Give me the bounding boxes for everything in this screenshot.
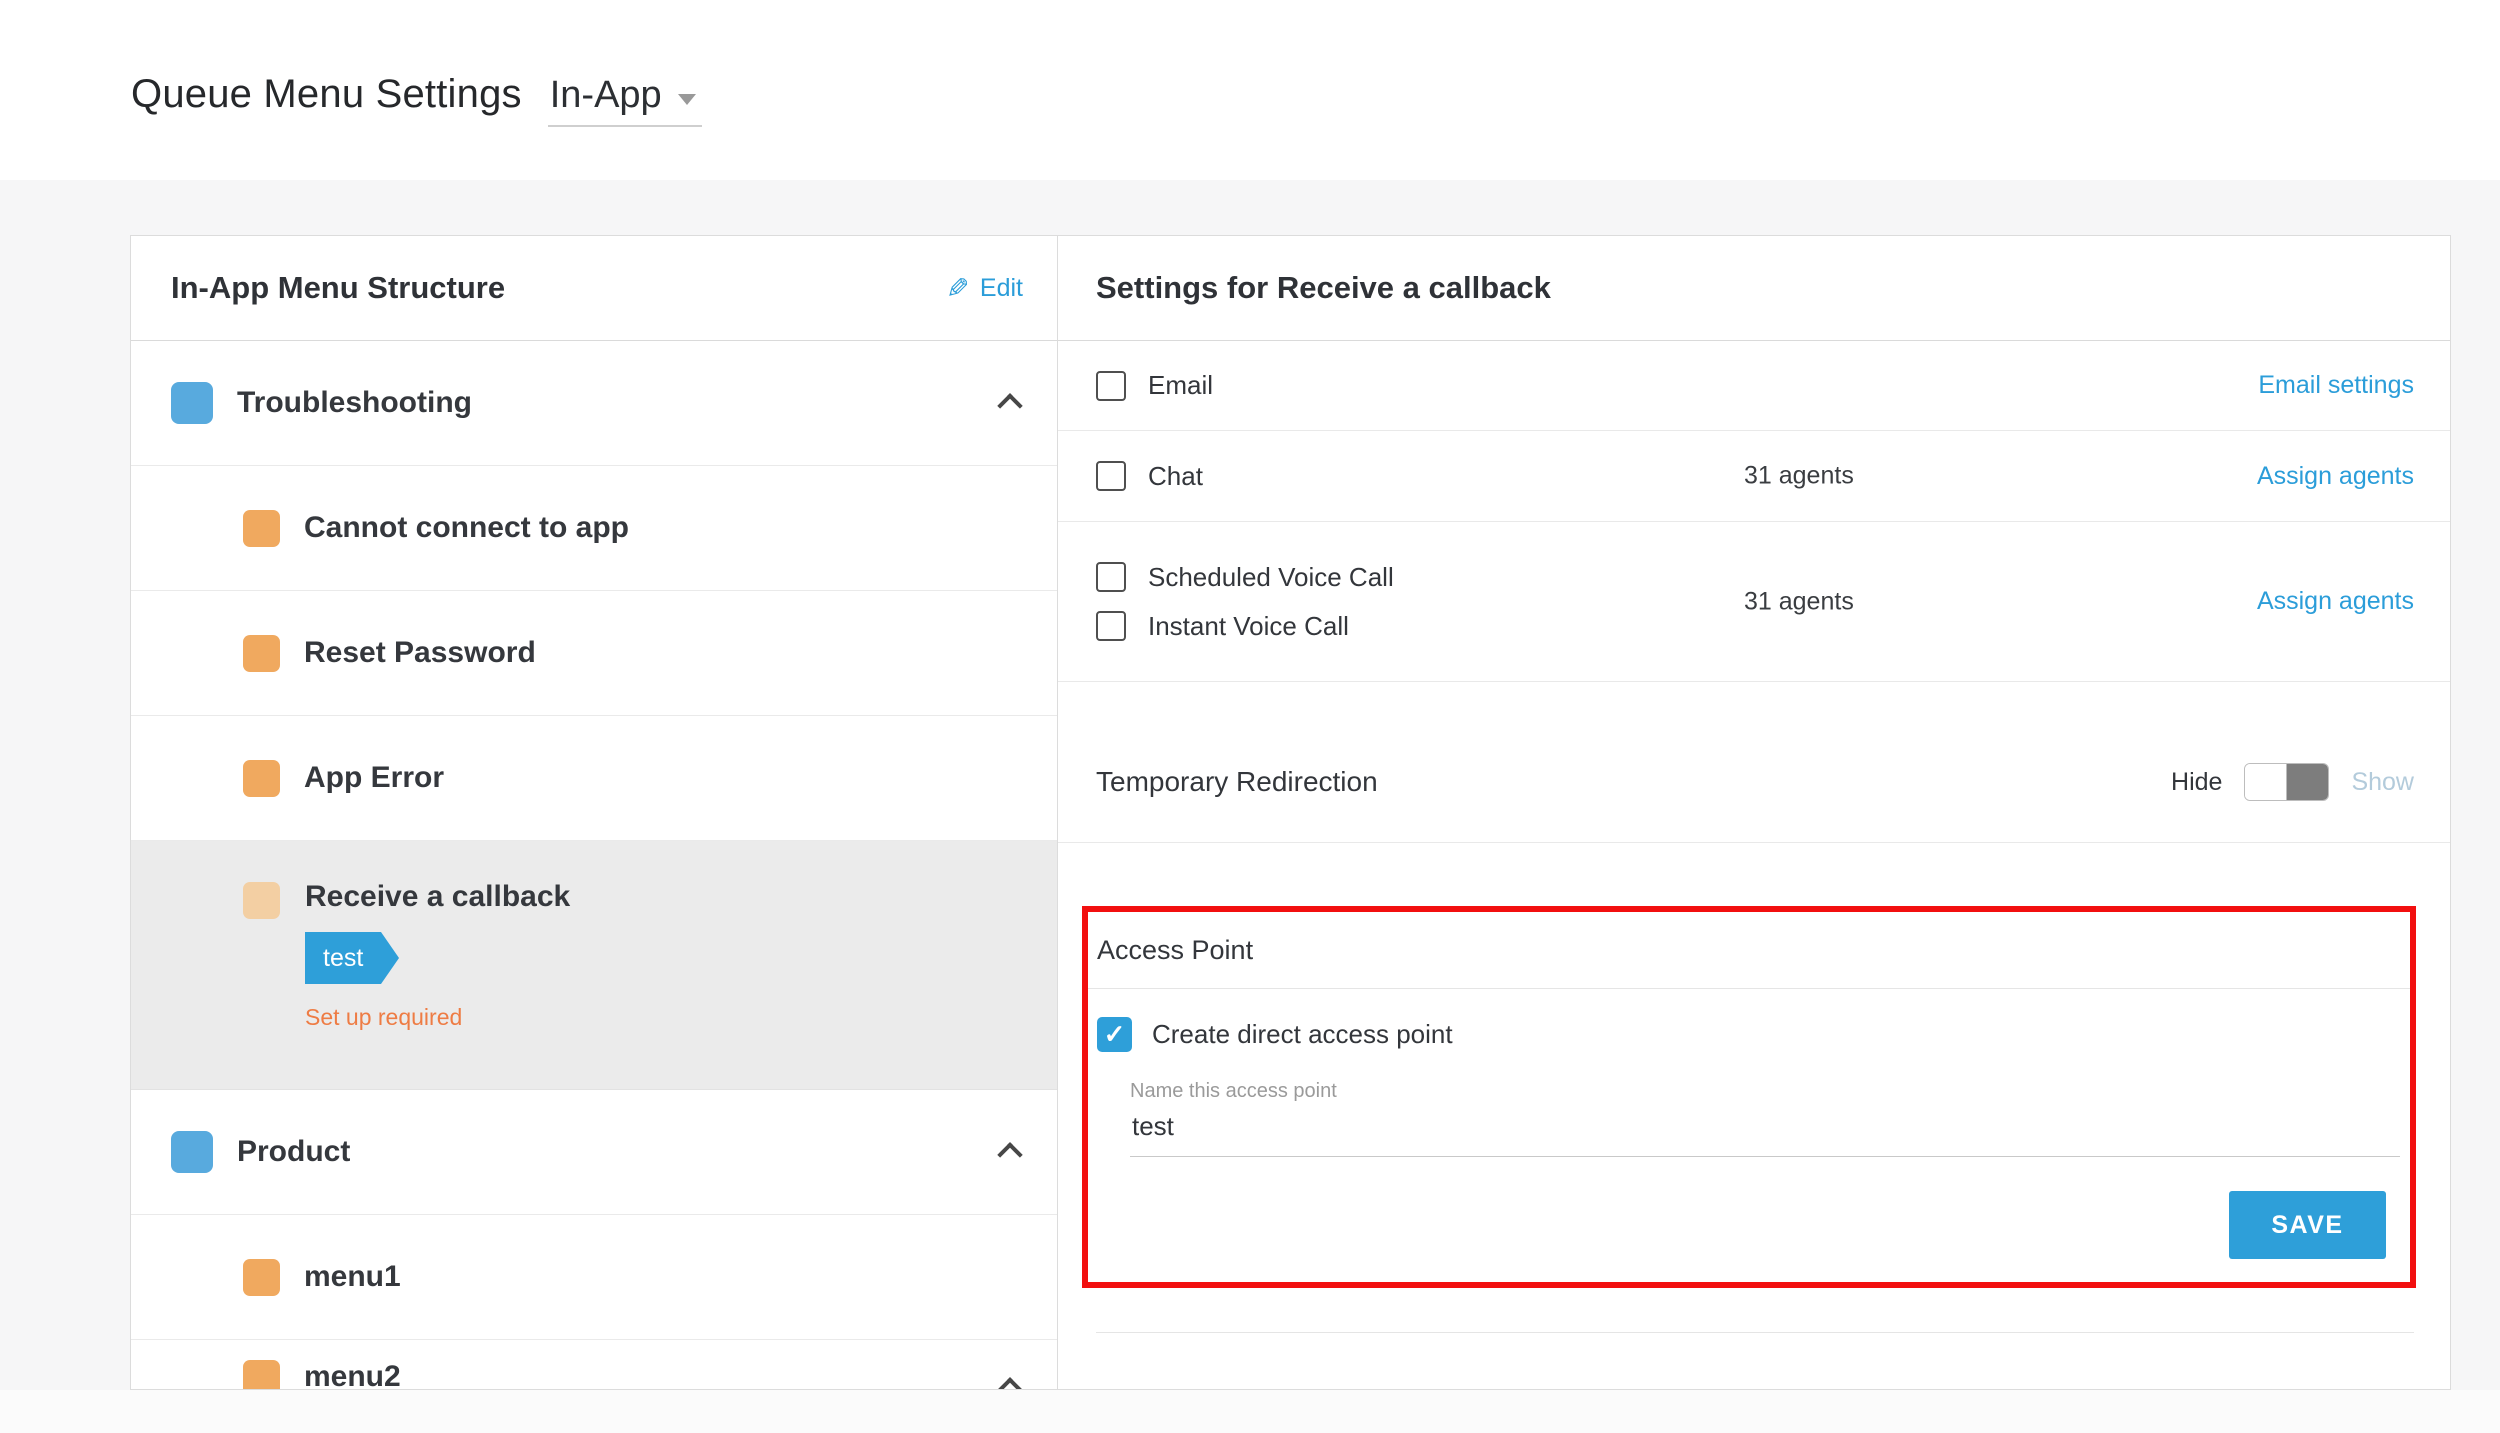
menu-structure-title: In-App Menu Structure (171, 270, 505, 306)
item-icon (243, 1360, 280, 1390)
temporary-redirection-row: Temporary Redirection Hide Show (1058, 682, 2450, 843)
hide-label: Hide (2171, 768, 2222, 797)
create-access-point-label: Create direct access point (1152, 1019, 1453, 1050)
chat-label: Chat (1148, 461, 1203, 492)
instant-voice-checkbox[interactable] (1096, 611, 1126, 641)
scheduled-voice-label: Scheduled Voice Call (1148, 562, 1394, 593)
tree-item-label: Product (237, 1135, 350, 1169)
collapse-control[interactable] (997, 390, 1023, 416)
edit-label: Edit (980, 274, 1023, 303)
tree-item-label: menu1 (304, 1260, 401, 1294)
item-icon (243, 635, 280, 672)
access-point-tag: test (305, 932, 381, 984)
settings-title: Settings for Receive a callback (1096, 270, 1551, 306)
tree-item-receive-callback-selected[interactable]: Receive a callback test Set up required (131, 841, 1057, 1090)
edit-button[interactable]: ✎ Edit (946, 272, 1023, 305)
email-label: Email (1148, 370, 1213, 401)
tree-item-menu2[interactable]: menu2 (131, 1340, 1057, 1390)
tree-item-troubleshooting[interactable]: Troubleshooting (131, 341, 1057, 466)
collapse-control[interactable] (997, 1374, 1023, 1390)
chevron-down-icon (678, 94, 696, 105)
voice-agents-count: 31 agents (1744, 587, 1854, 616)
tree-item-product[interactable]: Product (131, 1090, 1057, 1215)
edit-pencil-icon: ✎ (946, 272, 969, 305)
tree-item-label: Cannot connect to app (304, 511, 629, 545)
voice-assign-agents-link[interactable]: Assign agents (2257, 587, 2414, 616)
chat-agents-count: 31 agents (1744, 462, 1854, 491)
instant-voice-label: Instant Voice Call (1148, 611, 1349, 642)
show-label: Show (2351, 768, 2414, 797)
tree-item-label: menu2 (304, 1360, 401, 1390)
divider (1096, 1332, 2414, 1333)
chat-row: Chat 31 agents Assign agents (1058, 431, 2450, 522)
item-icon (243, 882, 280, 919)
tree-item-app-error[interactable]: App Error (131, 716, 1057, 841)
tree-item-label: Troubleshooting (237, 386, 472, 420)
settings-card: In-App Menu Structure ✎ Edit Troubleshoo… (130, 235, 2451, 1390)
email-checkbox[interactable] (1096, 371, 1126, 401)
access-point-name-label: Name this access point (1130, 1080, 2400, 1103)
scheduled-voice-checkbox[interactable] (1096, 562, 1126, 592)
tree-item-label: Receive a callback (305, 875, 1057, 919)
access-point-highlight-box: Access Point ✓ Create direct access poin… (1082, 906, 2416, 1288)
chevron-up-icon (997, 1142, 1022, 1167)
chevron-up-icon (997, 1377, 1022, 1390)
tree-item-reset-password[interactable]: Reset Password (131, 591, 1057, 716)
email-row: Email Email settings (1058, 341, 2450, 431)
access-point-name-input[interactable] (1130, 1103, 2400, 1157)
item-icon (243, 760, 280, 797)
item-icon (243, 1259, 280, 1296)
create-access-point-checkbox[interactable]: ✓ (1097, 1017, 1132, 1052)
chat-checkbox[interactable] (1096, 461, 1126, 491)
page-title: Queue Menu Settings (131, 72, 522, 117)
toggle-track (2287, 764, 2328, 800)
chat-assign-agents-link[interactable]: Assign agents (2257, 462, 2414, 491)
top-bar: Queue Menu Settings In-App (0, 0, 2500, 180)
category-icon (171, 1131, 213, 1173)
channel-selector-value: In-App (550, 74, 662, 117)
collapse-control[interactable] (997, 1139, 1023, 1165)
hide-show-toggle[interactable] (2244, 763, 2329, 801)
queue-settings-panel: Settings for Receive a callback Email Em… (1058, 236, 2450, 1389)
channel-selector[interactable]: In-App (548, 74, 702, 127)
toggle-knob (2245, 764, 2287, 800)
save-button[interactable]: SAVE (2229, 1191, 2386, 1259)
access-point-title: Access Point (1097, 935, 1253, 966)
tree-item-label: App Error (304, 761, 444, 795)
voice-row: Scheduled Voice Call Instant Voice Call … (1058, 522, 2450, 682)
category-icon (171, 382, 213, 424)
tree-item-cannot-connect[interactable]: Cannot connect to app (131, 466, 1057, 591)
footer-strip (0, 1390, 2500, 1433)
email-settings-link[interactable]: Email settings (2258, 371, 2414, 400)
item-icon (243, 510, 280, 547)
tree-item-menu1[interactable]: menu1 (131, 1215, 1057, 1340)
setup-required-label: Set up required (305, 1004, 1057, 1031)
chevron-up-icon (997, 393, 1022, 418)
tree-item-label: Reset Password (304, 636, 536, 670)
content-area: In-App Menu Structure ✎ Edit Troubleshoo… (0, 180, 2500, 1433)
menu-structure-panel: In-App Menu Structure ✎ Edit Troubleshoo… (131, 236, 1058, 1389)
temporary-redirection-label: Temporary Redirection (1096, 766, 1378, 798)
checkmark-icon: ✓ (1104, 1019, 1126, 1050)
